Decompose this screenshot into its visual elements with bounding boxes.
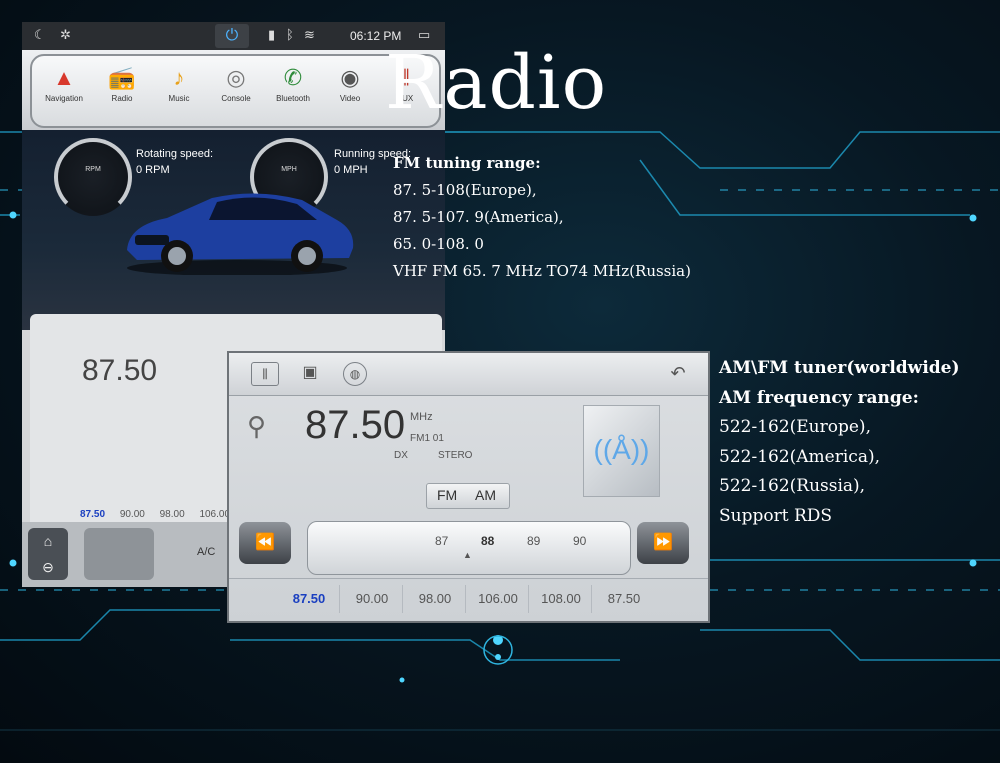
frequency-unit: MHz bbox=[410, 411, 433, 423]
tuner-tick: 88 bbox=[481, 534, 495, 548]
home-back-panel: ⌂ ⊖ bbox=[28, 528, 68, 580]
return-icon: ↶ bbox=[670, 363, 686, 383]
tuner-scale[interactable]: 87 88 89 90 ▲ bbox=[307, 521, 631, 575]
preset-bar: 87.50 90.00 98.00 106.00 108.00 87.50 bbox=[229, 578, 708, 621]
bluetooth-icon: ✆ bbox=[283, 65, 303, 90]
am-button[interactable]: AM bbox=[475, 487, 496, 503]
music-icon: ♪ bbox=[173, 65, 185, 90]
equalizer-button[interactable]: ⫼ bbox=[251, 362, 279, 386]
equalizer-icon: ⫼ bbox=[262, 367, 268, 381]
current-frequency: 87.50 bbox=[305, 403, 406, 447]
settings-icon: ▣ bbox=[302, 364, 318, 381]
preset-6[interactable]: 87.50 bbox=[594, 585, 654, 613]
power-button[interactable]: ⏻ bbox=[215, 24, 249, 48]
stereo-indicator: STERO bbox=[438, 450, 473, 461]
seek-forward-button[interactable]: ⏩ bbox=[637, 522, 689, 564]
back-icon[interactable]: ⊖ bbox=[28, 554, 68, 580]
antenna-tile: ((Å)) bbox=[583, 405, 660, 497]
dock-item-video[interactable]: ◉ Video bbox=[322, 62, 378, 103]
headline: Radio bbox=[385, 40, 608, 126]
preset-5[interactable]: 108.00 bbox=[531, 585, 592, 613]
bluetooth-status-icon: ᛒ bbox=[286, 27, 294, 42]
preset-1[interactable]: 87.50 bbox=[279, 585, 340, 613]
app-dock: ▲ Navigation 📻 Radio ♪ Music ◎ Console ✆… bbox=[22, 50, 445, 130]
tuner-needle[interactable]: ▲ bbox=[463, 550, 472, 560]
back-button[interactable]: ↶ bbox=[665, 362, 691, 384]
band-switch: FM AM bbox=[426, 483, 510, 509]
dx-indicator: DX bbox=[394, 450, 408, 461]
power-icon: ⏻ bbox=[225, 27, 239, 44]
rewind-icon: ⏪ bbox=[255, 534, 275, 551]
dock-item-label: Navigation bbox=[45, 94, 83, 103]
fm-button[interactable]: FM bbox=[437, 487, 457, 503]
brightness-icon[interactable]: ✲ bbox=[60, 27, 71, 43]
console-icon: ◎ bbox=[226, 65, 246, 90]
navigation-icon: ▲ bbox=[53, 65, 75, 90]
dock-item-console[interactable]: ◎ Console bbox=[208, 62, 264, 103]
rpm-label: RPM bbox=[85, 166, 101, 173]
band-indicator: FM1 01 bbox=[410, 433, 444, 444]
ac-label[interactable]: A/C bbox=[197, 546, 215, 558]
rotating-speed-label: Rotating speed: bbox=[136, 148, 214, 160]
fm-spec-block: FM tuning range: 87. 5-108(Europe), 87. … bbox=[393, 150, 691, 285]
wifi-icon: ≋ bbox=[304, 27, 315, 42]
am-spec-block: AM\FM tuner(worldwide) AM frequency rang… bbox=[719, 354, 960, 531]
radio-toolbar: ⫼ ▣ ◍ ↶ bbox=[229, 353, 708, 396]
small-preset[interactable]: 90.00 bbox=[120, 509, 145, 520]
settings-button[interactable]: ▣ bbox=[297, 362, 323, 384]
radio-panel: ⫼ ▣ ◍ ↶ ⚲ 87.50 MHz FM1 01 DX STERO ((Å)… bbox=[227, 351, 710, 623]
scan-icon: ◍ bbox=[349, 367, 361, 381]
status-bar: ☾ ✲ ⏻ ▮ ᛒ ≋ 06:12 PM ▭ bbox=[22, 22, 445, 50]
tuner-tick: 89 bbox=[527, 534, 541, 548]
am-spec-line: 522-162(America), bbox=[719, 446, 880, 467]
dock-item-radio[interactable]: 📻 Radio bbox=[94, 62, 150, 103]
night-mode-icon[interactable]: ☾ bbox=[34, 27, 46, 43]
running-speed-value: 0 MPH bbox=[334, 164, 368, 176]
preset-4[interactable]: 106.00 bbox=[468, 585, 529, 613]
dock-tray: ▲ Navigation 📻 Radio ♪ Music ◎ Console ✆… bbox=[30, 54, 441, 128]
am-spec-line: 522-162(Russia), bbox=[719, 476, 866, 496]
dock-item-navigation[interactable]: ▲ Navigation bbox=[36, 62, 92, 103]
tuner-tick: 90 bbox=[573, 534, 587, 548]
video-icon: ◉ bbox=[340, 65, 360, 90]
dock-item-music[interactable]: ♪ Music bbox=[151, 62, 207, 103]
rotating-speed-value: 0 RPM bbox=[136, 164, 170, 176]
am-spec-line: Support RDS bbox=[719, 505, 833, 526]
fm-spec-line: 87. 5-107. 9(America), bbox=[393, 208, 564, 226]
dock-item-label: Radio bbox=[111, 94, 133, 103]
small-preset[interactable]: 106.00 bbox=[199, 509, 230, 520]
dashboard: RPM Rotating speed: 0 RPM MPH Running sp… bbox=[22, 130, 445, 330]
preset-2[interactable]: 90.00 bbox=[342, 585, 403, 613]
tuner-tick: 87 bbox=[435, 534, 449, 548]
search-icon[interactable]: ⚲ bbox=[247, 411, 266, 442]
fm-spec-title: FM tuning range: bbox=[393, 154, 541, 172]
small-frequency: 87.50 bbox=[82, 354, 158, 387]
usb-icon: ▮ bbox=[268, 27, 276, 42]
temperature-display[interactable] bbox=[84, 528, 154, 580]
radio-icon: 📻 bbox=[108, 65, 136, 90]
am-spec-title: AM\FM tuner(worldwide) bbox=[719, 358, 960, 378]
dock-item-label: Bluetooth bbox=[276, 94, 310, 103]
seek-back-button[interactable]: ⏪ bbox=[239, 522, 291, 564]
home-icon[interactable]: ⌂ bbox=[28, 528, 68, 554]
scan-button[interactable]: ◍ bbox=[343, 362, 367, 386]
dock-item-label: Music bbox=[168, 94, 190, 103]
fm-spec-line: 65. 0-108. 0 bbox=[393, 235, 484, 253]
preset-3[interactable]: 98.00 bbox=[405, 585, 466, 613]
dock-item-bluetooth[interactable]: ✆ Bluetooth bbox=[265, 62, 321, 103]
fm-spec-line: 87. 5-108(Europe), bbox=[393, 181, 537, 199]
dock-item-label: Video bbox=[339, 94, 361, 103]
am-spec-line: 522-162(Europe), bbox=[719, 417, 871, 437]
fast-forward-icon: ⏩ bbox=[653, 534, 673, 551]
small-preset[interactable]: 87.50 bbox=[80, 509, 105, 520]
dock-item-label: Console bbox=[221, 94, 251, 103]
small-preset[interactable]: 98.00 bbox=[160, 509, 185, 520]
car-image bbox=[127, 193, 354, 275]
mph-label: MPH bbox=[281, 166, 297, 173]
antenna-icon: ((Å)) bbox=[593, 434, 650, 465]
am-spec-subtitle: AM frequency range: bbox=[719, 387, 919, 408]
fm-spec-line: VHF FM 65. 7 MHz TO74 MHz(Russia) bbox=[393, 262, 691, 280]
